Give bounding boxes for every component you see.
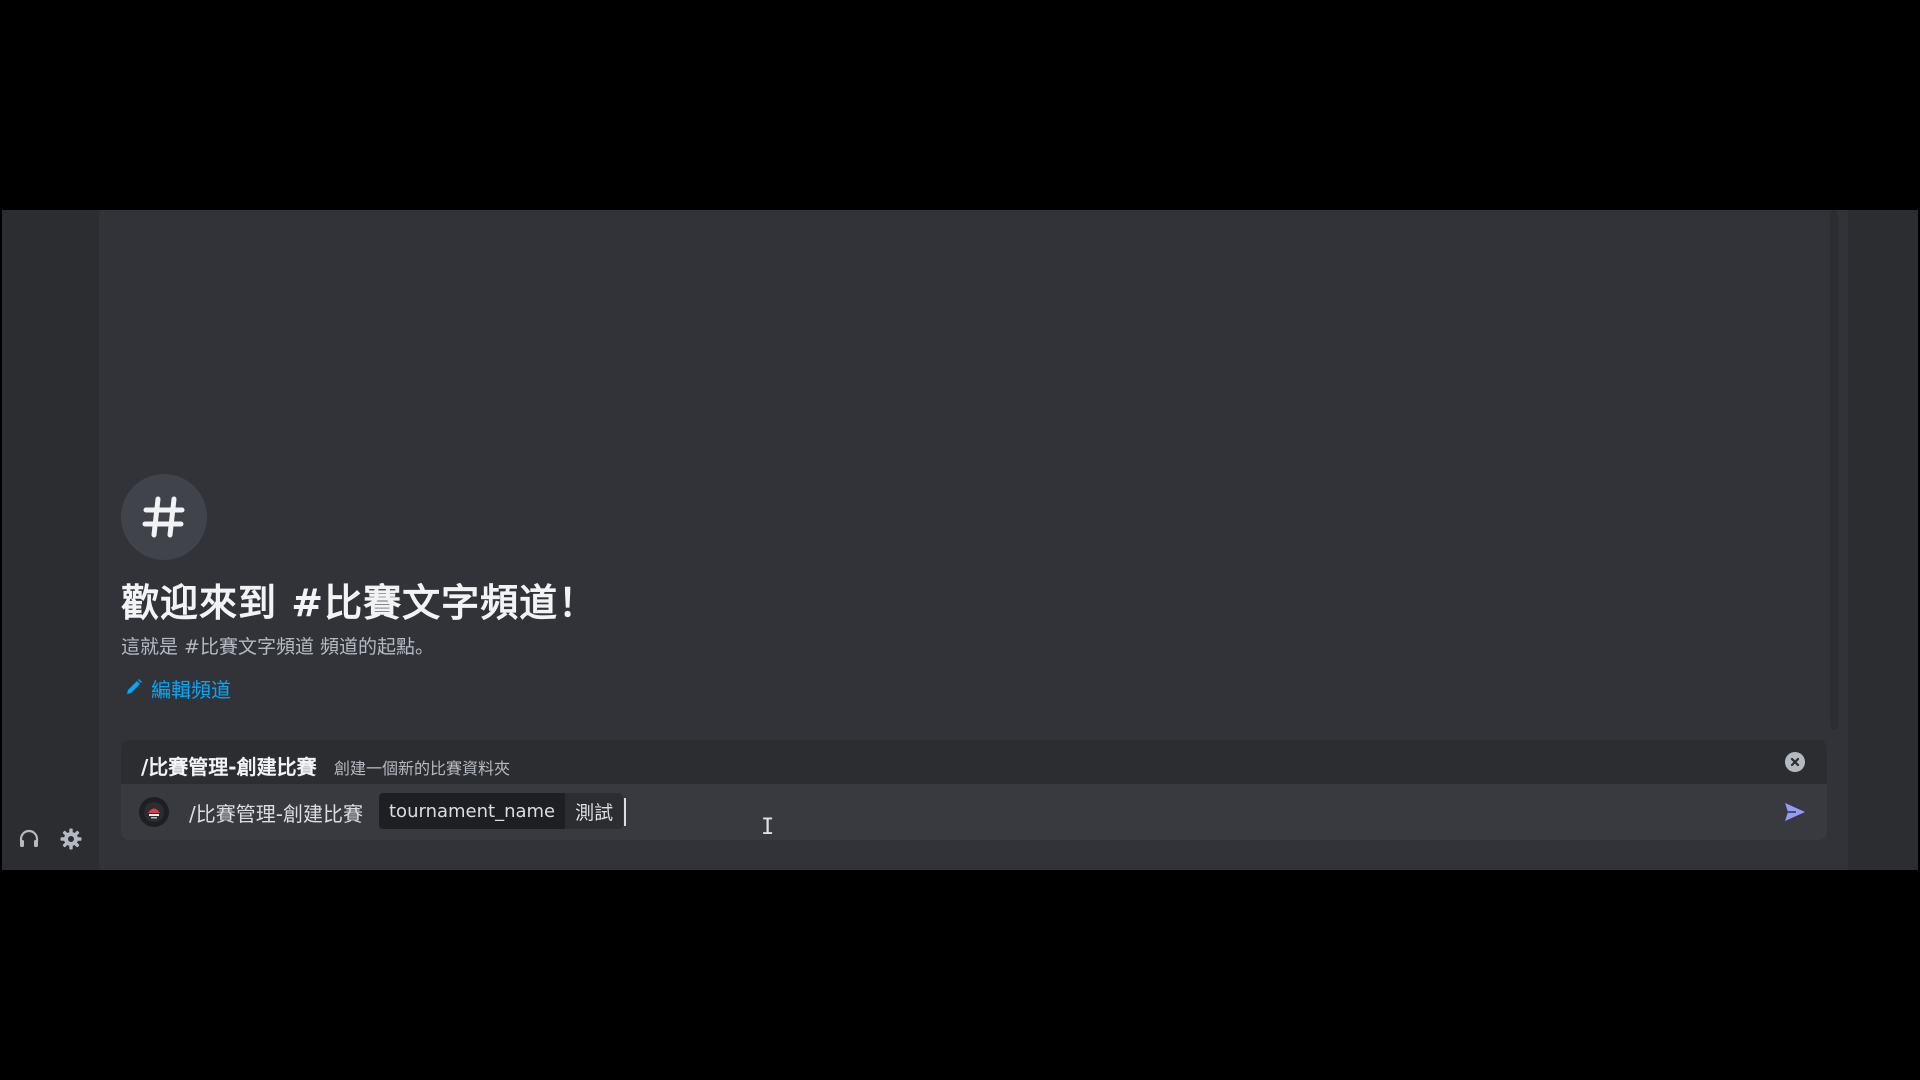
discord-window: 歡迎來到 #比賽文字頻道！ 這就是 #比賽文字頻道 頻道的起點。 編輯頻道 /比…	[2, 210, 1918, 870]
hash-icon	[121, 474, 207, 560]
gear-icon[interactable]	[56, 824, 86, 854]
option-name: tournament_name	[379, 793, 566, 829]
edit-channel-label: 編輯頻道	[151, 678, 231, 702]
text-caret	[624, 798, 626, 826]
pencil-icon	[125, 677, 143, 701]
command-description: 創建一個新的比賽資料夾	[334, 759, 511, 778]
left-sidebar	[2, 210, 99, 870]
mouse-text-cursor-icon: I	[761, 815, 775, 840]
bot-avatar[interactable]	[139, 797, 169, 827]
input-command: /比賽管理-創建比賽	[189, 802, 363, 826]
user-controls	[14, 824, 86, 854]
send-icon[interactable]	[1779, 796, 1811, 828]
welcome-title: 歡迎來到 #比賽文字頻道！	[121, 581, 598, 625]
headset-icon[interactable]	[14, 824, 44, 854]
right-panel-edge	[1848, 210, 1918, 870]
message-input[interactable]: /比賽管理-創建比賽 tournament_name 測試 I	[121, 784, 1827, 840]
command-suggestion[interactable]: /比賽管理-創建比賽 創建一個新的比賽資料夾	[121, 740, 1827, 784]
command-option[interactable]: tournament_name 測試	[379, 793, 624, 829]
command-name: /比賽管理-創建比賽	[141, 755, 317, 779]
chat-area: 歡迎來到 #比賽文字頻道！ 這就是 #比賽文字頻道 頻道的起點。 編輯頻道 /比…	[99, 210, 1848, 870]
welcome-subtitle: 這就是 #比賽文字頻道 頻道的起點。	[121, 636, 434, 658]
edit-channel-link[interactable]: 編輯頻道	[125, 674, 231, 703]
option-value[interactable]: 測試	[565, 793, 624, 829]
close-circle-icon[interactable]	[1785, 752, 1805, 772]
